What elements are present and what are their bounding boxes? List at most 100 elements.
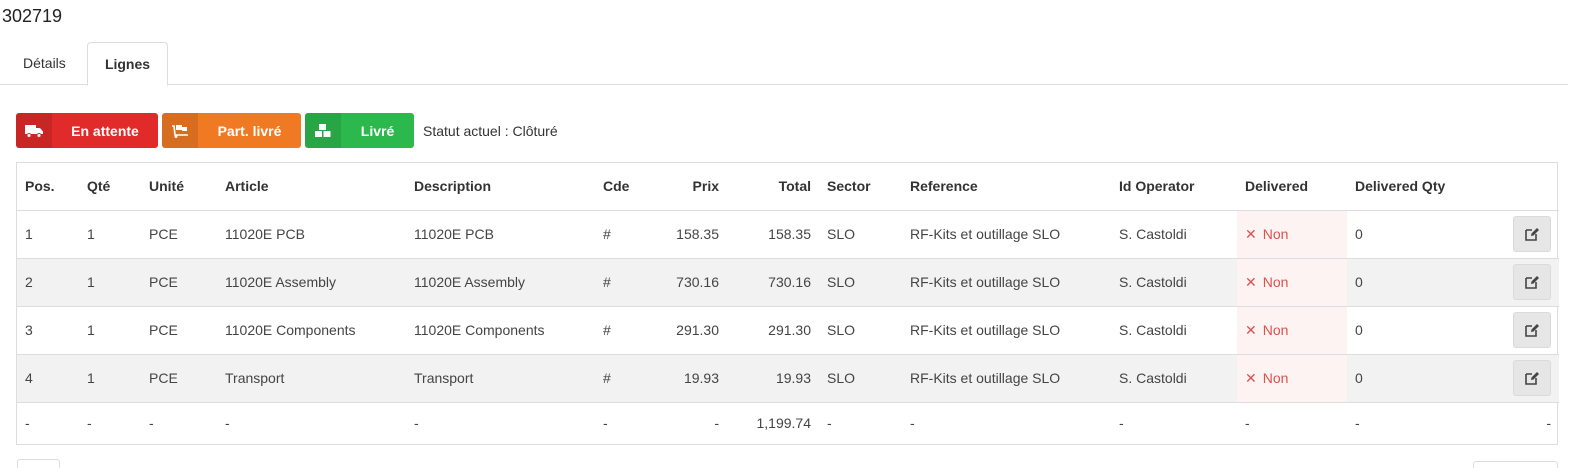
cell-delivered: ✕ Non — [1237, 306, 1347, 355]
cell-price: 730.16 — [659, 258, 727, 307]
cell-actions — [1491, 354, 1559, 403]
cell-sector: SLO — [819, 258, 902, 307]
order-number: 302719 — [2, 6, 63, 26]
order-lines-table: Pos. Qté Unité Article Description Cde P… — [16, 162, 1559, 445]
status-en-attente-button[interactable]: En attente — [16, 113, 158, 148]
col-header-pos[interactable]: Pos. — [17, 163, 79, 211]
table-row: 1 1 PCE 11020E PCB 11020E PCB #158.35 158.35 SL… — [17, 210, 1559, 259]
col-header-actions — [1491, 163, 1559, 211]
boxes-icon — [305, 113, 341, 148]
page-size-button[interactable] — [1473, 461, 1558, 468]
table-row: 3 1 PCE 11020E Components 11020E Components #… — [17, 306, 1559, 355]
footer-cell: - — [87, 415, 92, 432]
cell-delivered-qty: 0 — [1347, 306, 1491, 355]
table-footer-row: - - - - - - - 1,199.74 - - - - - - — [17, 402, 1559, 444]
cell-delivered-qty: 0 — [1347, 258, 1491, 307]
cell-pos: 3 — [17, 306, 79, 355]
delivered-status: Non — [1262, 273, 1289, 290]
cell-actions — [1491, 306, 1559, 355]
col-header-cde[interactable]: Cde — [595, 163, 659, 211]
cell-operator: S. Castoldi — [1111, 306, 1237, 355]
cell-article: Transport — [217, 354, 406, 403]
footer-cell: - — [1546, 415, 1551, 432]
cell-unit: PCE — [141, 354, 217, 403]
cell-total: 19.93 — [727, 354, 819, 403]
col-header-delivered[interactable]: Delivered — [1237, 163, 1347, 211]
cross-icon: ✕ — [1245, 225, 1257, 242]
dolly-icon — [162, 113, 198, 148]
status-livre-button[interactable]: Livré — [305, 113, 414, 148]
footer-cell: - — [910, 415, 915, 432]
col-header-delivered-qty[interactable]: Delivered Qty — [1347, 163, 1491, 211]
status-livre-label: Livré — [360, 122, 395, 139]
cell-actions — [1491, 258, 1559, 307]
pagination-button[interactable] — [17, 459, 60, 468]
cell-delivered: ✕ Non — [1237, 210, 1347, 259]
cell-qty: 1 — [79, 258, 141, 307]
cell-pos: 4 — [17, 354, 79, 403]
col-header-total[interactable]: Total — [727, 163, 819, 211]
cell-qty: 1 — [79, 210, 141, 259]
edit-row-button[interactable] — [1513, 216, 1551, 252]
cell-description: 11020E Components — [406, 306, 595, 355]
cross-icon: ✕ — [1245, 369, 1257, 386]
edit-row-button[interactable] — [1513, 360, 1551, 396]
cell-reference: RF-Kits et outillage SLO — [902, 210, 1111, 259]
cell-reference: RF-Kits et outillage SLO — [902, 258, 1111, 307]
footer-cell: - — [1355, 415, 1360, 432]
cell-cde: # — [595, 354, 659, 403]
cell-operator: S. Castoldi — [1111, 210, 1237, 259]
edit-icon — [1525, 372, 1539, 385]
current-status-text: Statut actuel : Clôturé — [423, 122, 558, 139]
delivered-status: Non — [1262, 321, 1289, 338]
edit-row-button[interactable] — [1513, 264, 1551, 300]
col-header-sector[interactable]: Sector — [819, 163, 902, 211]
cell-reference: RF-Kits et outillage SLO — [902, 354, 1111, 403]
status-part-livre-button[interactable]: Part. livré — [162, 113, 301, 148]
footer-cell: - — [25, 415, 30, 432]
cross-icon: ✕ — [1245, 273, 1257, 290]
cell-description: 11020E Assembly — [406, 258, 595, 307]
cell-sector: SLO — [819, 354, 902, 403]
col-header-price[interactable]: Prix — [659, 163, 727, 211]
cell-price: 158.35 — [659, 210, 727, 259]
col-header-description[interactable]: Description — [406, 163, 595, 211]
cell-unit: PCE — [141, 210, 217, 259]
cell-total: 291.30 — [727, 306, 819, 355]
tab-details[interactable]: Détails — [2, 42, 87, 85]
cell-description: 11020E PCB — [406, 210, 595, 259]
cell-actions — [1491, 210, 1559, 259]
col-header-operator[interactable]: Id Operator — [1111, 163, 1237, 211]
tab-bar: Détails Lignes — [0, 42, 1568, 86]
cell-total: 158.35 — [727, 210, 819, 259]
cell-operator: S. Castoldi — [1111, 258, 1237, 307]
cell-total: 730.16 — [727, 258, 819, 307]
cell-cde: # — [595, 306, 659, 355]
edit-icon — [1525, 228, 1539, 241]
cross-icon: ✕ — [1245, 321, 1257, 338]
cell-description: Transport — [406, 354, 595, 403]
cell-qty: 1 — [79, 306, 141, 355]
col-header-article[interactable]: Article — [217, 163, 406, 211]
footer-cell: - — [714, 415, 719, 432]
cell-delivered: ✕ Non — [1237, 258, 1347, 307]
footer-cell: - — [225, 415, 230, 432]
table-row: 2 1 PCE 11020E Assembly 11020E Assembly #730.… — [17, 258, 1559, 307]
col-header-unit[interactable]: Unité — [141, 163, 217, 211]
delivered-status: Non — [1262, 369, 1289, 386]
col-header-qty[interactable]: Qté — [79, 163, 141, 211]
delivered-status: Non — [1262, 225, 1289, 242]
tab-lignes[interactable]: Lignes — [87, 42, 168, 86]
status-en-attente-label: En attente — [71, 122, 139, 139]
cell-qty: 1 — [79, 354, 141, 403]
edit-row-button[interactable] — [1513, 312, 1551, 348]
cell-article: 11020E Components — [217, 306, 406, 355]
cell-article: 11020E PCB — [217, 210, 406, 259]
cell-pos: 1 — [17, 210, 79, 259]
footer-cell: - — [827, 415, 832, 432]
footer-cell: - — [1119, 415, 1124, 432]
cell-article: 11020E Assembly — [217, 258, 406, 307]
table-header-row: Pos. Qté Unité Article Description Cde P… — [17, 163, 1559, 211]
cell-cde: # — [595, 210, 659, 259]
col-header-reference[interactable]: Reference — [902, 163, 1111, 211]
